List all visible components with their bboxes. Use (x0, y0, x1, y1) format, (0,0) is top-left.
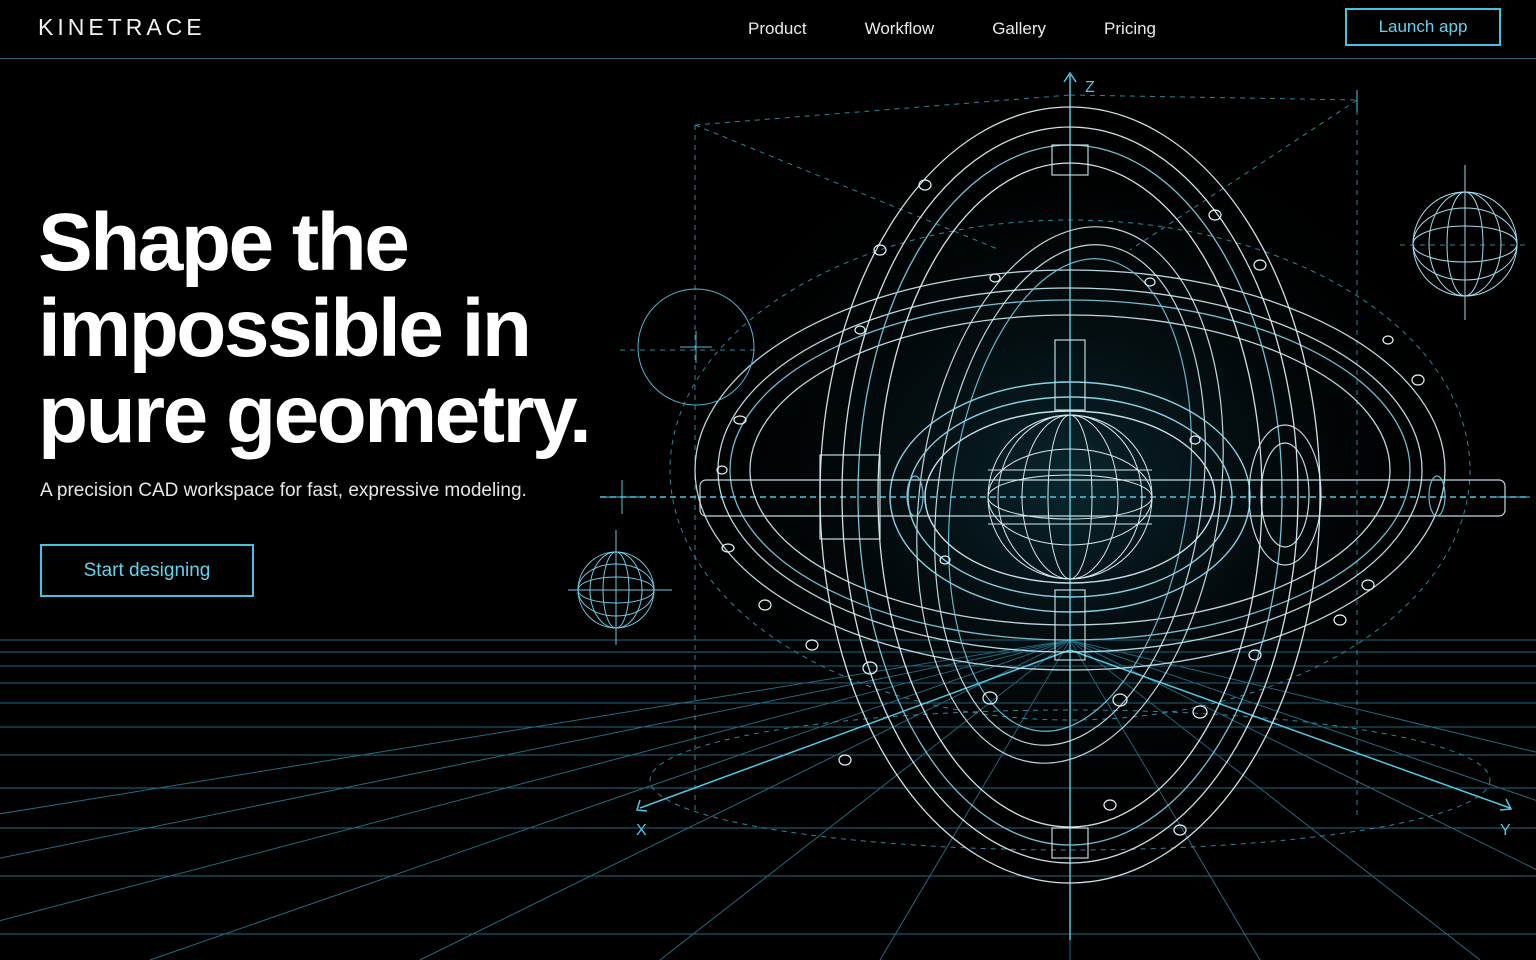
start-designing-button[interactable]: Start designing (40, 544, 254, 597)
main-nav: Product Workflow Gallery Pricing (748, 19, 1214, 39)
nav-link-workflow[interactable]: Workflow (865, 19, 935, 39)
axis-label-y: Y (1500, 822, 1511, 839)
site-header: KINETRACE Product Workflow Gallery Prici… (0, 0, 1536, 59)
nav-link-product[interactable]: Product (748, 19, 807, 39)
brand-logo[interactable]: KINETRACE (38, 14, 206, 41)
launch-app-button[interactable]: Launch app (1345, 8, 1501, 46)
nav-link-gallery[interactable]: Gallery (992, 19, 1046, 39)
hero-title-line-3: pure geometry. (38, 369, 592, 460)
nav-link-pricing[interactable]: Pricing (1104, 19, 1156, 39)
sphere-left (568, 530, 672, 645)
hero-title-line-2: impossible in (38, 283, 532, 374)
hero-subtitle: A precision CAD workspace for fast, expr… (40, 480, 527, 501)
landing-page: Z X Y KINETRACE Product Workflow Gallery… (0, 0, 1536, 960)
hero-title-line-1: Shape the (38, 197, 410, 288)
axis-label-z: Z (1085, 79, 1095, 96)
hero-section: Shape the impossible in pure geometry. A… (38, 200, 678, 597)
axis-label-x: X (636, 822, 647, 839)
hero-title: Shape the impossible in pure geometry. (38, 200, 678, 458)
